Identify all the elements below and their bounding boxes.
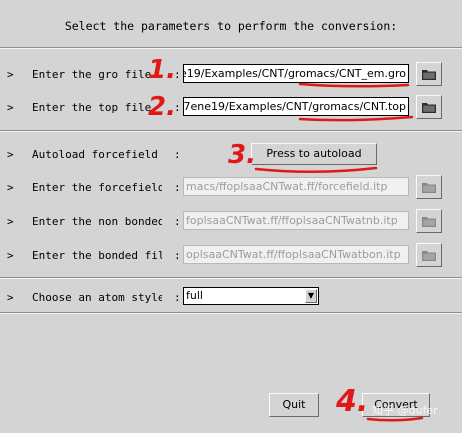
- atom-style-value: full: [186, 289, 203, 302]
- expander-icon[interactable]: >: [7, 215, 14, 228]
- underline-autoload: [254, 166, 378, 174]
- colon: :: [174, 148, 181, 161]
- top-file-row: > Enter the top file : -27ene19/Examples…: [0, 95, 462, 120]
- top-browse-button[interactable]: [416, 95, 442, 119]
- expander-icon[interactable]: >: [7, 68, 14, 81]
- atom-style-select[interactable]: full ▼: [183, 287, 319, 305]
- autoload-button[interactable]: Press to autoload: [251, 143, 377, 165]
- forcefield-label: Enter the forcefield f: [32, 181, 162, 194]
- expander-icon[interactable]: >: [7, 148, 14, 161]
- gro-browse-button[interactable]: [416, 62, 442, 86]
- atom-style-label: Choose an atom style: [32, 291, 162, 304]
- separator: [0, 312, 462, 314]
- folder-icon: [422, 182, 436, 193]
- folder-icon: [422, 250, 436, 261]
- nonbonded-input[interactable]: foplsaaCNTwat.ff/ffoplsaaCNTwatnb.itp: [183, 211, 409, 230]
- nonbonded-browse-button[interactable]: [416, 209, 442, 233]
- gro-file-input[interactable]: ene19/Examples/CNT/gromacs/CNT_em.gro: [183, 64, 409, 83]
- annotation-2: 2.: [148, 92, 176, 122]
- gro-file-row: > Enter the gro file : ene19/Examples/CN…: [0, 62, 462, 87]
- nonbonded-label: Enter the non bonded f: [32, 215, 162, 228]
- top-file-label: Enter the top file: [32, 101, 152, 114]
- annotation-4: 4.: [336, 384, 369, 419]
- expander-icon[interactable]: >: [7, 101, 14, 114]
- expander-icon[interactable]: >: [7, 181, 14, 194]
- header: Select the parameters to perform the con…: [0, 0, 462, 48]
- expander-icon[interactable]: >: [7, 291, 14, 304]
- forcefield-input[interactable]: macs/ffoplsaaCNTwat.ff/forcefield.itp: [183, 177, 409, 196]
- top-file-input[interactable]: -27ene19/Examples/CNT/gromacs/CNT.top: [183, 97, 409, 116]
- bonded-label: Enter the bonded file: [32, 249, 162, 262]
- chevron-down-icon[interactable]: ▼: [305, 289, 317, 303]
- nonbonded-row: > Enter the non bonded f : foplsaaCNTwat…: [0, 209, 462, 234]
- colon: :: [174, 249, 181, 262]
- expander-icon[interactable]: >: [7, 249, 14, 262]
- bonded-input[interactable]: oplsaaCNTwat.ff/ffoplsaaCNTwatbon.itp: [183, 245, 409, 264]
- separator: [0, 47, 462, 49]
- folder-icon: [422, 69, 436, 80]
- quit-button[interactable]: Quit: [269, 393, 319, 417]
- bonded-browse-button[interactable]: [416, 243, 442, 267]
- colon: :: [174, 181, 181, 194]
- forcefield-row: > Enter the forcefield f : macs/ffoplsaa…: [0, 175, 462, 200]
- folder-icon: [422, 216, 436, 227]
- watermark: 知乎 @dufer: [372, 404, 438, 417]
- colon: :: [174, 291, 181, 304]
- folder-icon: [422, 102, 436, 113]
- gro-file-label: Enter the gro file: [32, 68, 152, 81]
- annotation-3: 3.: [228, 140, 256, 170]
- bonded-row: > Enter the bonded file : oplsaaCNTwat.f…: [0, 243, 462, 268]
- autoload-label: Autoload forcefield f:: [32, 148, 162, 161]
- page-title: Select the parameters to perform the con…: [64, 19, 398, 33]
- separator: [0, 277, 462, 279]
- underline-convert: [366, 416, 424, 422]
- atom-style-row: > Choose an atom style : full ▼: [0, 286, 462, 310]
- forcefield-browse-button[interactable]: [416, 175, 442, 199]
- colon: :: [174, 215, 181, 228]
- separator: [0, 130, 462, 132]
- annotation-1: 1.: [148, 55, 176, 85]
